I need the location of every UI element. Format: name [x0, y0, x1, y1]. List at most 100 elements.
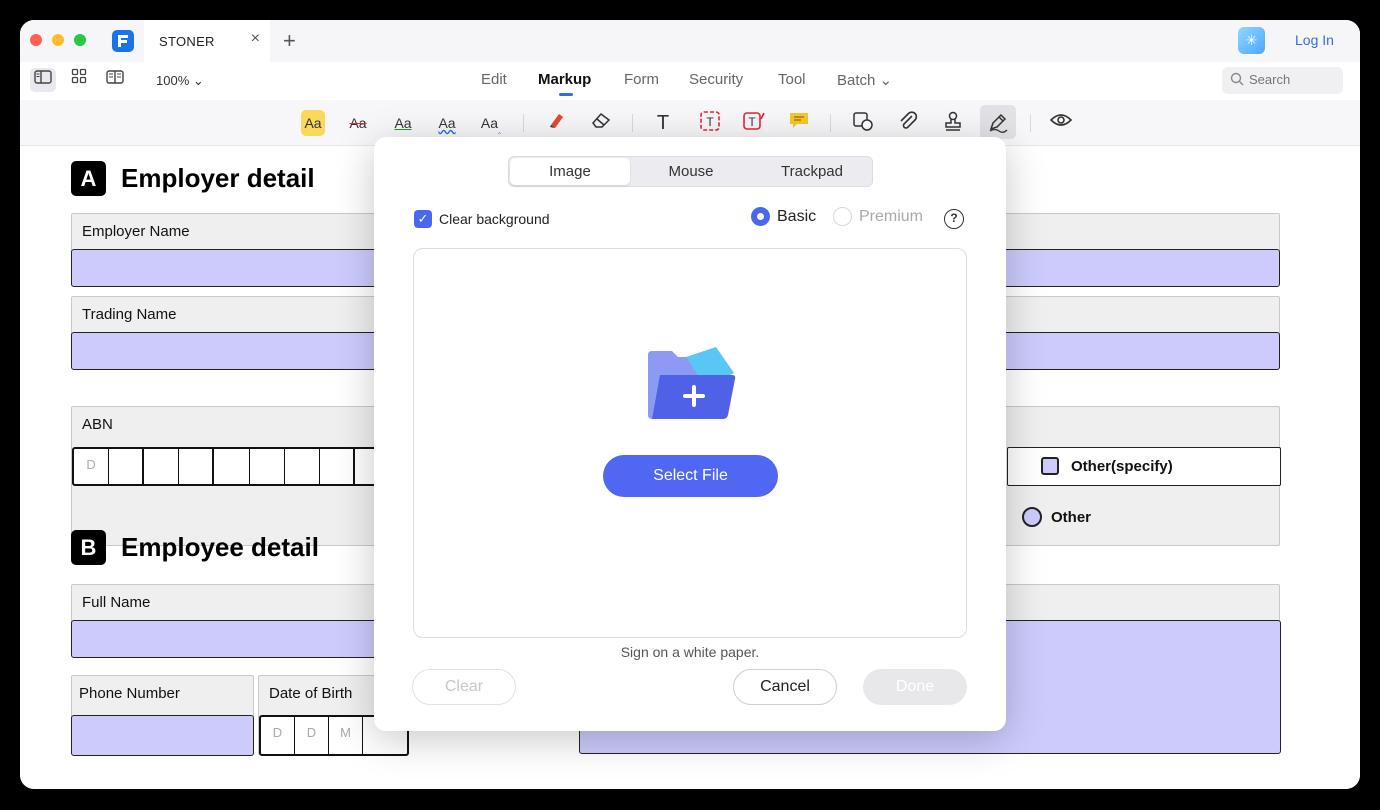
- menu-form[interactable]: Form: [624, 71, 659, 88]
- abn-cell[interactable]: [109, 449, 145, 484]
- abn-cell[interactable]: [214, 449, 250, 484]
- active-menu-indicator: [559, 93, 573, 96]
- toolbar-divider: [523, 114, 524, 132]
- phone-number-input[interactable]: [71, 715, 254, 756]
- document-tab[interactable]: STONER ×: [144, 20, 270, 62]
- menu-tool[interactable]: Tool: [778, 71, 806, 88]
- text-icon[interactable]: T: [650, 110, 676, 136]
- stamp-icon-svg: [945, 111, 961, 131]
- attachment-icon[interactable]: [895, 110, 921, 136]
- underline-icon[interactable]: Aa: [390, 110, 416, 136]
- search-box[interactable]: [1222, 67, 1343, 94]
- note-icon-svg: [790, 113, 808, 128]
- callout-icon-svg: T: [743, 112, 765, 130]
- abn-cell[interactable]: [179, 449, 215, 484]
- premium-radio[interactable]: [833, 207, 852, 226]
- signature-dialog: Image Mouse Trackpad ✓ Clear background …: [374, 137, 1006, 731]
- caret-icon[interactable]: Aa‸: [478, 110, 504, 136]
- done-button[interactable]: Done: [863, 669, 967, 705]
- tab-trackpad[interactable]: Trackpad: [752, 158, 872, 185]
- menu-markup[interactable]: Markup: [538, 71, 591, 88]
- search-input[interactable]: [1249, 72, 1339, 87]
- abn-input-boxes[interactable]: D: [72, 447, 392, 486]
- select-file-button[interactable]: Select File: [603, 455, 778, 497]
- strikethrough-icon[interactable]: Aa: [345, 110, 371, 136]
- dob-cell[interactable]: D: [295, 717, 329, 754]
- tab-image[interactable]: Image: [510, 158, 630, 185]
- phone-number-label: Phone Number: [79, 685, 180, 702]
- tab-mouse[interactable]: Mouse: [631, 158, 751, 185]
- abn-cell[interactable]: [285, 449, 320, 484]
- abn-label: ABN: [82, 416, 113, 433]
- textbox-icon[interactable]: T: [697, 110, 723, 136]
- sidebar-icon: [34, 70, 52, 84]
- book-icon: [106, 70, 124, 84]
- grid-view-button[interactable]: [66, 68, 92, 92]
- stamp-icon[interactable]: [940, 110, 966, 136]
- highlight-icon[interactable]: Aa: [301, 110, 325, 136]
- grid-icon: [71, 68, 87, 84]
- signature-mode-tabs: Image Mouse Trackpad: [508, 156, 873, 187]
- menu-batch[interactable]: Batch ⌄: [837, 71, 892, 89]
- full-name-input[interactable]: [71, 620, 401, 658]
- menu-security[interactable]: Security: [689, 71, 743, 88]
- other-specify-checkbox[interactable]: [1041, 457, 1059, 475]
- abn-cell[interactable]: [144, 449, 180, 484]
- eraser-icon-svg: [592, 112, 611, 128]
- menu-edit[interactable]: Edit: [481, 71, 507, 88]
- login-link[interactable]: Log In: [1295, 32, 1334, 48]
- section-b-badge: B: [71, 530, 106, 565]
- maximize-window-button[interactable]: [74, 34, 86, 46]
- premium-label: Premium: [859, 208, 924, 225]
- svg-text:T: T: [706, 115, 714, 129]
- eye-icon-svg: [1049, 114, 1073, 126]
- phone-number-field: Phone Number: [71, 675, 254, 756]
- help-icon[interactable]: ?: [944, 209, 964, 229]
- close-window-button[interactable]: [30, 34, 42, 46]
- app-window: STONER × + ✳ Log In 100% ⌄ Edit Markup F…: [20, 20, 1360, 789]
- pen-icon: [989, 113, 1008, 133]
- other-radio[interactable]: [1022, 507, 1042, 527]
- section-b-title: Employee detail: [121, 532, 319, 562]
- trading-name-label: Trading Name: [82, 306, 177, 323]
- sidebar-toggle-button[interactable]: [30, 68, 56, 92]
- menu-bar: 100% ⌄ Edit Markup Form Security Tool Ba…: [20, 62, 1360, 100]
- note-icon[interactable]: [786, 110, 812, 136]
- toolbar-divider: [1030, 114, 1031, 132]
- clear-button[interactable]: Clear: [412, 669, 516, 705]
- shape-icon[interactable]: [850, 110, 876, 136]
- app-logo-icon: [112, 30, 134, 52]
- abn-cell[interactable]: [250, 449, 285, 484]
- employer-name-label: Employer Name: [82, 223, 190, 240]
- reading-view-button[interactable]: [102, 68, 128, 92]
- abn-cell[interactable]: [320, 449, 355, 484]
- full-name-label: Full Name: [82, 594, 151, 611]
- tab-close-icon[interactable]: ×: [251, 30, 260, 48]
- tab-title: STONER: [159, 34, 215, 49]
- paperclip-icon: [900, 111, 918, 129]
- clear-background-label: Clear background: [439, 211, 550, 227]
- toolbar-divider: [632, 114, 633, 132]
- eye-icon[interactable]: [1048, 110, 1074, 136]
- minimize-window-button[interactable]: [52, 34, 64, 46]
- basic-label: Basic: [777, 208, 817, 225]
- search-icon: [1230, 72, 1244, 86]
- basic-radio[interactable]: [751, 207, 770, 226]
- image-drop-zone[interactable]: Select File: [413, 248, 967, 638]
- eraser-icon[interactable]: [588, 110, 614, 136]
- marker-icon[interactable]: [544, 110, 570, 136]
- shape-icon-svg: [853, 112, 873, 131]
- cancel-button[interactable]: Cancel: [733, 669, 837, 705]
- new-tab-button[interactable]: +: [283, 28, 296, 54]
- squiggly-icon[interactable]: Aa: [434, 110, 460, 136]
- toolbar-divider: [830, 114, 831, 132]
- dob-cell[interactable]: M: [329, 717, 363, 754]
- other-specify-label: Other(specify): [1071, 458, 1173, 475]
- abn-cell[interactable]: D: [74, 449, 110, 484]
- ai-assistant-icon[interactable]: ✳: [1238, 27, 1265, 54]
- callout-icon[interactable]: T: [741, 110, 767, 136]
- signature-icon[interactable]: [980, 105, 1016, 139]
- clear-background-checkbox[interactable]: ✓: [414, 210, 432, 228]
- dob-cell[interactable]: D: [261, 717, 295, 754]
- zoom-dropdown[interactable]: 100% ⌄: [156, 73, 204, 89]
